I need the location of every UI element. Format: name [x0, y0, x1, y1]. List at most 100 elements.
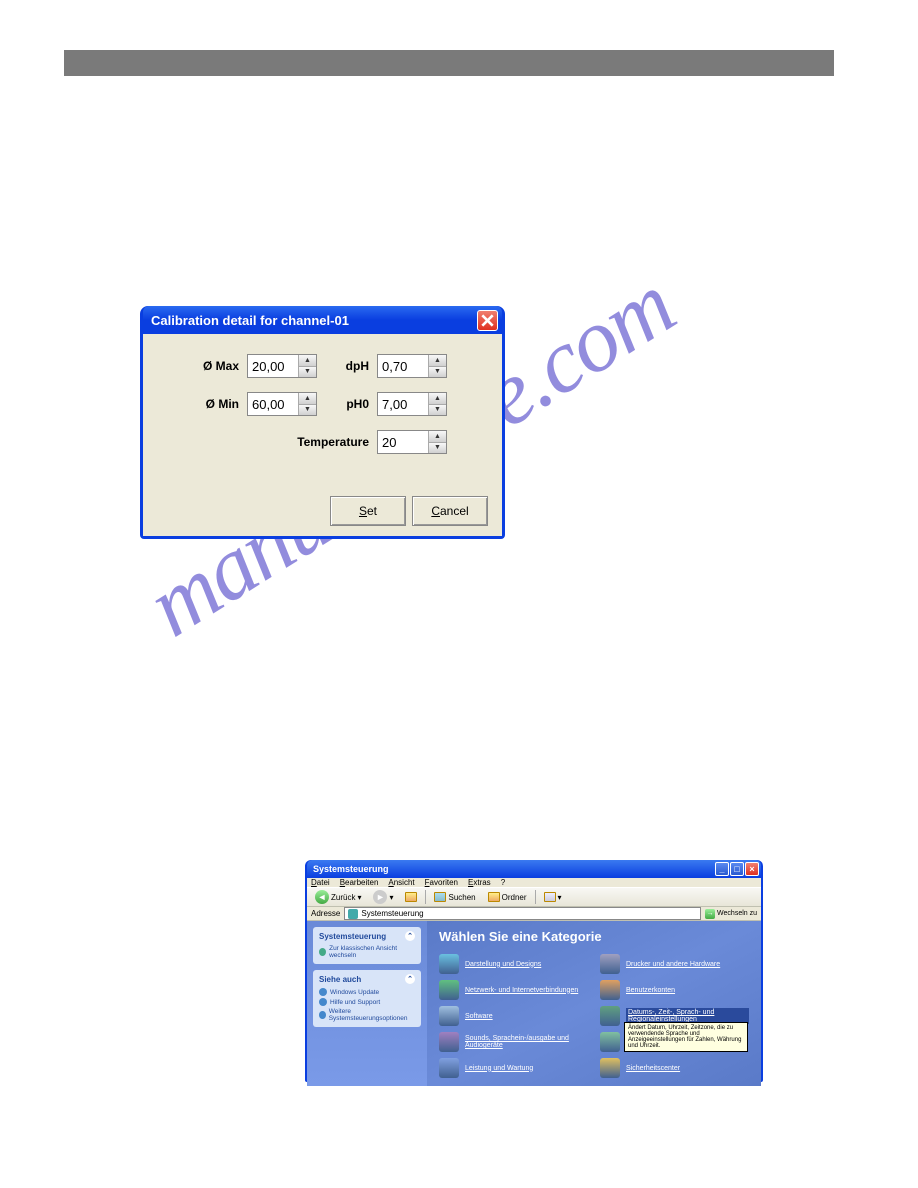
- sidebar-panel-title: Siehe auch: [319, 975, 361, 984]
- omin-down[interactable]: ▼: [299, 405, 316, 416]
- main-content: Wählen Sie eine Kategorie Darstellung un…: [427, 921, 761, 1086]
- sidebar-panel-title: Systemsteuerung: [319, 932, 386, 941]
- menu-file[interactable]: Datei: [311, 878, 330, 887]
- dph-down[interactable]: ▼: [429, 367, 446, 378]
- ph0-input[interactable]: [378, 393, 428, 415]
- omin-label: Ø Min: [157, 397, 247, 411]
- menu-edit[interactable]: Bearbeiten: [340, 878, 379, 887]
- omin-spinner[interactable]: ▲ ▼: [247, 392, 317, 416]
- category-item[interactable]: Benutzerkonten: [600, 980, 749, 1000]
- dialog-title: Calibration detail for channel-01: [151, 313, 477, 328]
- sidebar-link-update[interactable]: Windows Update: [319, 987, 415, 997]
- dialog-body: Ø Max ▲ ▼ dpH ▲ ▼ Ø Min: [143, 334, 502, 536]
- temp-spinner[interactable]: ▲ ▼: [377, 430, 447, 454]
- go-label: Wechseln zu: [717, 910, 757, 917]
- cp-titlebar[interactable]: Systemsteuerung _ □ ×: [307, 860, 761, 878]
- search-button[interactable]: Suchen: [430, 890, 479, 904]
- folders-label: Ordner: [502, 893, 527, 902]
- folders-button[interactable]: Ordner: [484, 890, 531, 904]
- dph-spinner[interactable]: ▲ ▼: [377, 354, 447, 378]
- views-icon: [544, 892, 556, 902]
- close-icon: [481, 314, 494, 327]
- category-label: Drucker und andere Hardware: [626, 961, 720, 968]
- address-label: Adresse: [311, 909, 340, 918]
- close-button[interactable]: [477, 310, 498, 331]
- category-item[interactable]: Leistung und Wartung: [439, 1058, 588, 1078]
- ph0-label: pH0: [317, 397, 377, 411]
- sidebar-link-more[interactable]: Weitere Systemsteuerungsoptionen: [319, 1007, 415, 1023]
- minimize-button[interactable]: _: [715, 862, 729, 876]
- menu-favorites[interactable]: Favoriten: [425, 878, 458, 887]
- omax-up[interactable]: ▲: [299, 355, 316, 367]
- category-icon: [600, 954, 620, 974]
- temp-up[interactable]: ▲: [429, 431, 446, 443]
- forward-icon: ►: [373, 890, 387, 904]
- forward-button[interactable]: ► ▾: [369, 888, 397, 906]
- category-label: Software: [465, 1013, 493, 1020]
- menu-help[interactable]: ?: [501, 878, 505, 887]
- collapse-icon[interactable]: ⌃: [405, 931, 415, 941]
- chevron-down-icon: ▾: [389, 893, 393, 902]
- category-icon: [600, 980, 620, 1000]
- omax-spinner[interactable]: ▲ ▼: [247, 354, 317, 378]
- sidebar-link-classic[interactable]: Zur klassischen Ansicht wechseln: [319, 944, 415, 960]
- omin-input[interactable]: [248, 393, 298, 415]
- category-label: Sicherheitscenter: [626, 1065, 680, 1072]
- dph-input[interactable]: [378, 355, 428, 377]
- cancel-button[interactable]: Cancel: [412, 496, 488, 526]
- temp-input[interactable]: [378, 431, 428, 453]
- sidebar: Systemsteuerung ⌃ Zur klassischen Ansich…: [307, 921, 427, 1086]
- category-item[interactable]: Netzwerk- und Internetverbindungen: [439, 980, 588, 1000]
- temp-label: Temperature: [157, 435, 377, 449]
- collapse-icon[interactable]: ⌃: [405, 974, 415, 984]
- category-label: Sounds, Sprachein-/ausgabe und Audiogerä…: [465, 1035, 588, 1049]
- search-icon: [434, 892, 446, 902]
- category-item[interactable]: Sounds, Sprachein-/ausgabe und Audiogerä…: [439, 1032, 588, 1052]
- ph0-spinner[interactable]: ▲ ▼: [377, 392, 447, 416]
- category-heading: Wählen Sie eine Kategorie: [439, 929, 749, 944]
- category-label: Leistung und Wartung: [465, 1065, 533, 1072]
- category-icon: [439, 954, 459, 974]
- menubar: Datei Bearbeiten Ansicht Favoriten Extra…: [307, 878, 761, 887]
- omax-input[interactable]: [248, 355, 298, 377]
- address-input[interactable]: Systemsteuerung: [344, 907, 701, 920]
- sidebar-link-help[interactable]: Hilfe und Support: [319, 997, 415, 1007]
- more-icon: [319, 1011, 326, 1019]
- back-button[interactable]: ◄ Zurück ▾: [311, 888, 365, 906]
- dph-label: dpH: [317, 359, 377, 373]
- help-icon: [319, 998, 327, 1006]
- go-button[interactable]: → Wechseln zu: [705, 909, 757, 919]
- omin-up[interactable]: ▲: [299, 393, 316, 405]
- toolbar: ◄ Zurück ▾ ► ▾ Suchen Ordner: [307, 887, 761, 907]
- tooltip: Ändert Datum, Uhrzeit, Zeitzone, die zu …: [624, 1022, 748, 1052]
- go-icon: →: [705, 909, 715, 919]
- maximize-button[interactable]: □: [730, 862, 744, 876]
- header-bar: [64, 50, 834, 76]
- address-value: Systemsteuerung: [361, 909, 423, 918]
- back-icon: ◄: [315, 890, 329, 904]
- menu-view[interactable]: Ansicht: [388, 878, 414, 887]
- category-icon: [439, 1032, 459, 1052]
- ph0-down[interactable]: ▼: [429, 405, 446, 416]
- omax-down[interactable]: ▼: [299, 367, 316, 378]
- set-button[interactable]: Set: [330, 496, 406, 526]
- temp-down[interactable]: ▼: [429, 443, 446, 454]
- up-button[interactable]: [401, 890, 421, 904]
- sidebar-panel-seealso: Siehe auch ⌃ Windows Update Hilfe und Su…: [313, 970, 421, 1027]
- search-label: Suchen: [448, 893, 475, 902]
- category-label: Darstellung und Designs: [465, 961, 541, 968]
- cp-close-button[interactable]: ×: [745, 862, 759, 876]
- dialog-titlebar[interactable]: Calibration detail for channel-01: [143, 306, 502, 334]
- menu-extras[interactable]: Extras: [468, 878, 491, 887]
- category-icon: [600, 1058, 620, 1078]
- category-item[interactable]: Drucker und andere Hardware: [600, 954, 749, 974]
- category-item[interactable]: Darstellung und Designs: [439, 954, 588, 974]
- dph-up[interactable]: ▲: [429, 355, 446, 367]
- category-item[interactable]: Software: [439, 1006, 588, 1026]
- category-icon: [600, 1032, 620, 1052]
- category-item[interactable]: Datums-, Zeit-, Sprach- und Regionaleins…: [600, 1006, 749, 1026]
- category-icon: [439, 1006, 459, 1026]
- views-button[interactable]: ▾: [540, 890, 566, 904]
- category-item[interactable]: Sicherheitscenter: [600, 1058, 749, 1078]
- ph0-up[interactable]: ▲: [429, 393, 446, 405]
